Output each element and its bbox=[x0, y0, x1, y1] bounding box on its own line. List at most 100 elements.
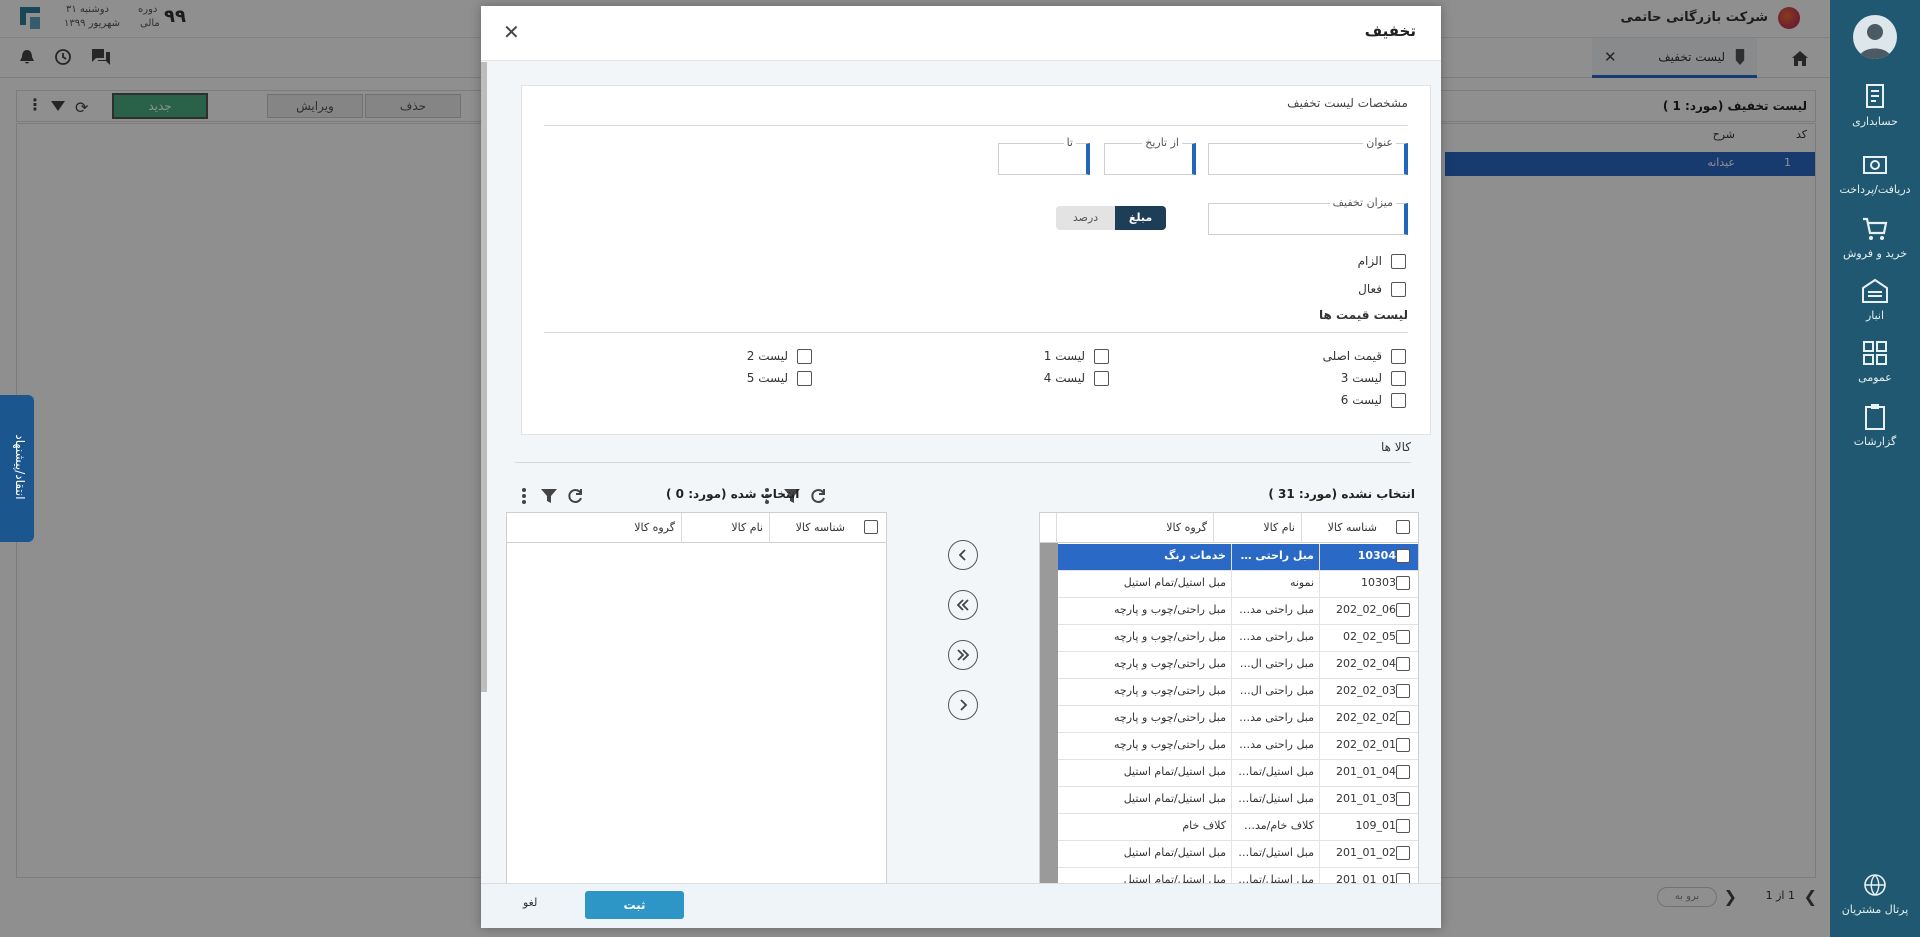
cell-goods-group: مبل راحتی/چوب و پارچه bbox=[1114, 738, 1226, 751]
sidebar-item-general[interactable]: عمومی bbox=[1830, 338, 1920, 402]
price-list-3-checkbox[interactable] bbox=[1391, 371, 1406, 386]
goods-title: کالا ها bbox=[1380, 440, 1411, 454]
sidebar: حسابداری دریافت/پرداخت خرید و فروش انبار… bbox=[1830, 0, 1920, 937]
cell-goods-name: مبل راحتی مدل ... bbox=[1231, 733, 1319, 760]
sidebar-item-accounting[interactable]: حسابداری bbox=[1830, 82, 1920, 146]
table-row[interactable]: 03_02_202 مبل راحتی ال مد... مبل راحتی/چوب… bbox=[1058, 679, 1418, 706]
table-row[interactable]: 03_01_201 مبل استیل/تمام ... مبل استیل/تما… bbox=[1058, 787, 1418, 814]
col-goods-id[interactable]: شناسه کالا bbox=[769, 513, 851, 543]
cell-goods-group: مبل راحتی/چوب و پارچه bbox=[1114, 630, 1226, 643]
cell-goods-group: مبل استیل/تمام استیل bbox=[1123, 846, 1226, 859]
active-checkbox[interactable] bbox=[1391, 282, 1406, 297]
price-list-label: لیست 5 bbox=[746, 371, 788, 385]
grid-header: شناسه کالا نام کالا گروه کالا bbox=[507, 513, 886, 543]
price-list-2-checkbox[interactable] bbox=[797, 349, 812, 364]
accounting-icon bbox=[1866, 84, 1884, 108]
price-list-label: لیست 2 bbox=[746, 349, 788, 363]
sidebar-label: عمومی bbox=[1858, 371, 1892, 384]
price-list-main-checkbox[interactable] bbox=[1391, 349, 1406, 364]
select-all-checkbox[interactable] bbox=[864, 520, 878, 534]
price-list-6-checkbox[interactable] bbox=[1391, 393, 1406, 408]
col-goods-group[interactable]: گروه کالا bbox=[1056, 513, 1213, 543]
select-all-checkbox[interactable] bbox=[1396, 520, 1410, 534]
cell-goods-name: مبل راحتی مدل ... bbox=[1231, 544, 1319, 571]
cancel-button[interactable]: لغو bbox=[523, 896, 537, 909]
cell-goods-group: خدمات رنگ bbox=[1164, 549, 1226, 562]
divider bbox=[544, 125, 1408, 126]
col-goods-name[interactable]: نام کالا bbox=[681, 513, 769, 543]
more-icon[interactable] bbox=[514, 486, 534, 506]
unselected-grid: شناسه کالا نام کالا گروه کالا 10304 مبل ر… bbox=[1039, 512, 1419, 891]
price-list-4-checkbox[interactable] bbox=[1094, 371, 1109, 386]
cell-goods-group: مبل راحتی/چوب و پارچه bbox=[1114, 657, 1226, 670]
active-label: فعال bbox=[1358, 282, 1382, 296]
sidebar-label: پرتال مشتریان bbox=[1841, 903, 1909, 916]
sidebar-label: حسابداری bbox=[1852, 115, 1898, 128]
table-row[interactable]: 10304مبل راحتی مدل ... خدمات رنگ bbox=[1058, 544, 1418, 571]
sidebar-item-cash[interactable]: دریافت/پرداخت bbox=[1830, 150, 1920, 214]
cell-goods-id: 02_02_202 bbox=[1319, 706, 1401, 733]
cell-goods-id: 06_02_202 bbox=[1319, 598, 1401, 625]
divider bbox=[515, 462, 1411, 463]
table-row[interactable]: 05_02_02 مبل راحتی مدل ... مبل راحتی/چوب و… bbox=[1058, 625, 1418, 652]
table-row[interactable]: 04_01_201 مبل استیل/تمام ... مبل استیل/تما… bbox=[1058, 760, 1418, 787]
table-row[interactable]: 01_109 کلاف خام/مدل پ... کلاف خام bbox=[1058, 814, 1418, 841]
cell-goods-group: مبل راحتی/چوب و پارچه bbox=[1114, 711, 1226, 724]
cell-goods-group: مبل راحتی/چوب و پارچه bbox=[1114, 684, 1226, 697]
save-button[interactable]: ثبت bbox=[585, 891, 684, 919]
amount-type-toggle: مبلغ درصد bbox=[1056, 206, 1166, 230]
refresh-icon[interactable] bbox=[565, 486, 585, 506]
refresh-icon[interactable] bbox=[808, 486, 828, 506]
filter-icon[interactable] bbox=[539, 486, 559, 506]
table-row[interactable]: 01_02_202 مبل راحتی مدل ... مبل راحتی/چوب … bbox=[1058, 733, 1418, 760]
divider bbox=[544, 332, 1408, 333]
move-all-left-button[interactable] bbox=[948, 590, 978, 620]
avatar[interactable] bbox=[1853, 15, 1897, 59]
required-label: الزام bbox=[1357, 254, 1382, 268]
move-right-button[interactable] bbox=[948, 690, 978, 720]
price-list-5-checkbox[interactable] bbox=[797, 371, 812, 386]
price-list-1-checkbox[interactable] bbox=[1094, 349, 1109, 364]
col-goods-name[interactable]: نام کالا bbox=[1213, 513, 1301, 543]
sidebar-item-portal[interactable]: پرتال مشتریان bbox=[1830, 870, 1920, 934]
price-list-label: لیست 1 bbox=[1043, 349, 1085, 363]
dialog-scrollbar[interactable] bbox=[481, 62, 487, 692]
sidebar-item-reports[interactable]: گزارشات bbox=[1830, 402, 1920, 466]
col-goods-group[interactable]: گروه کالا bbox=[507, 513, 681, 543]
price-list-label: لیست 4 bbox=[1043, 371, 1085, 385]
required-checkbox[interactable] bbox=[1391, 254, 1406, 269]
table-row[interactable]: 04_02_202 مبل راحتی ال مد... مبل راحتی/چوب… bbox=[1058, 652, 1418, 679]
grid-scrollbar[interactable] bbox=[1040, 543, 1058, 890]
table-row[interactable]: 02_01_201 مبل استیل/تمام ... مبل استیل/تما… bbox=[1058, 841, 1418, 868]
cell-goods-name: مبل استیل/تمام ... bbox=[1231, 787, 1319, 814]
cell-goods-group: مبل راحتی/چوب و پارچه bbox=[1114, 603, 1226, 616]
sidebar-item-sales[interactable]: خرید و فروش bbox=[1830, 214, 1920, 278]
table-row[interactable]: 02_02_202 مبل راحتی مدل ا... مبل راحتی/چوب… bbox=[1058, 706, 1418, 733]
unselected-title: انتخاب نشده (مورد: 31 ) bbox=[1268, 487, 1415, 501]
title-label: عنوان bbox=[1363, 136, 1396, 149]
discount-dialog: تخفیف ✕ مشخصات لیست تخفیف عنوان از تاریخ… bbox=[481, 6, 1441, 928]
cell-goods-id: 10303 bbox=[1319, 571, 1401, 598]
cell-goods-group: مبل استیل/تمام استیل bbox=[1123, 765, 1226, 778]
to-date-field[interactable] bbox=[998, 143, 1090, 175]
price-list-label: لیست 6 bbox=[1340, 393, 1382, 407]
cell-goods-id: 05_02_02 bbox=[1319, 625, 1401, 652]
cell-goods-id: 03_02_202 bbox=[1319, 679, 1401, 706]
move-all-right-button[interactable] bbox=[948, 640, 978, 670]
cell-goods-id: 02_01_201 bbox=[1319, 841, 1401, 868]
move-left-button[interactable] bbox=[948, 540, 978, 570]
toggle-percent[interactable]: درصد bbox=[1056, 206, 1115, 230]
table-row[interactable]: 06_02_202 مبل راحتی مدل ... مبل راحتی/چوب … bbox=[1058, 598, 1418, 625]
cell-goods-name: مبل راحتی ال مد... bbox=[1231, 679, 1319, 706]
close-icon[interactable]: ✕ bbox=[503, 20, 520, 44]
feedback-tab[interactable]: انتقاد/پیشنهاد bbox=[0, 395, 34, 542]
cell-goods-name: مبل راحتی مدل ... bbox=[1231, 625, 1319, 652]
cell-goods-name: مبل استیل/تمام ... bbox=[1231, 760, 1319, 787]
table-row[interactable]: 10303 نمونه مبل استیل/تمام استیل bbox=[1058, 571, 1418, 598]
toggle-amount[interactable]: مبلغ bbox=[1115, 206, 1166, 230]
sidebar-item-warehouse[interactable]: انبار bbox=[1830, 276, 1920, 340]
col-goods-id[interactable]: شناسه کالا bbox=[1301, 513, 1383, 543]
cell-goods-name: مبل استیل/تمام ... bbox=[1231, 841, 1319, 868]
general-icon bbox=[1863, 341, 1887, 365]
cell-goods-id: 03_01_201 bbox=[1319, 787, 1401, 814]
